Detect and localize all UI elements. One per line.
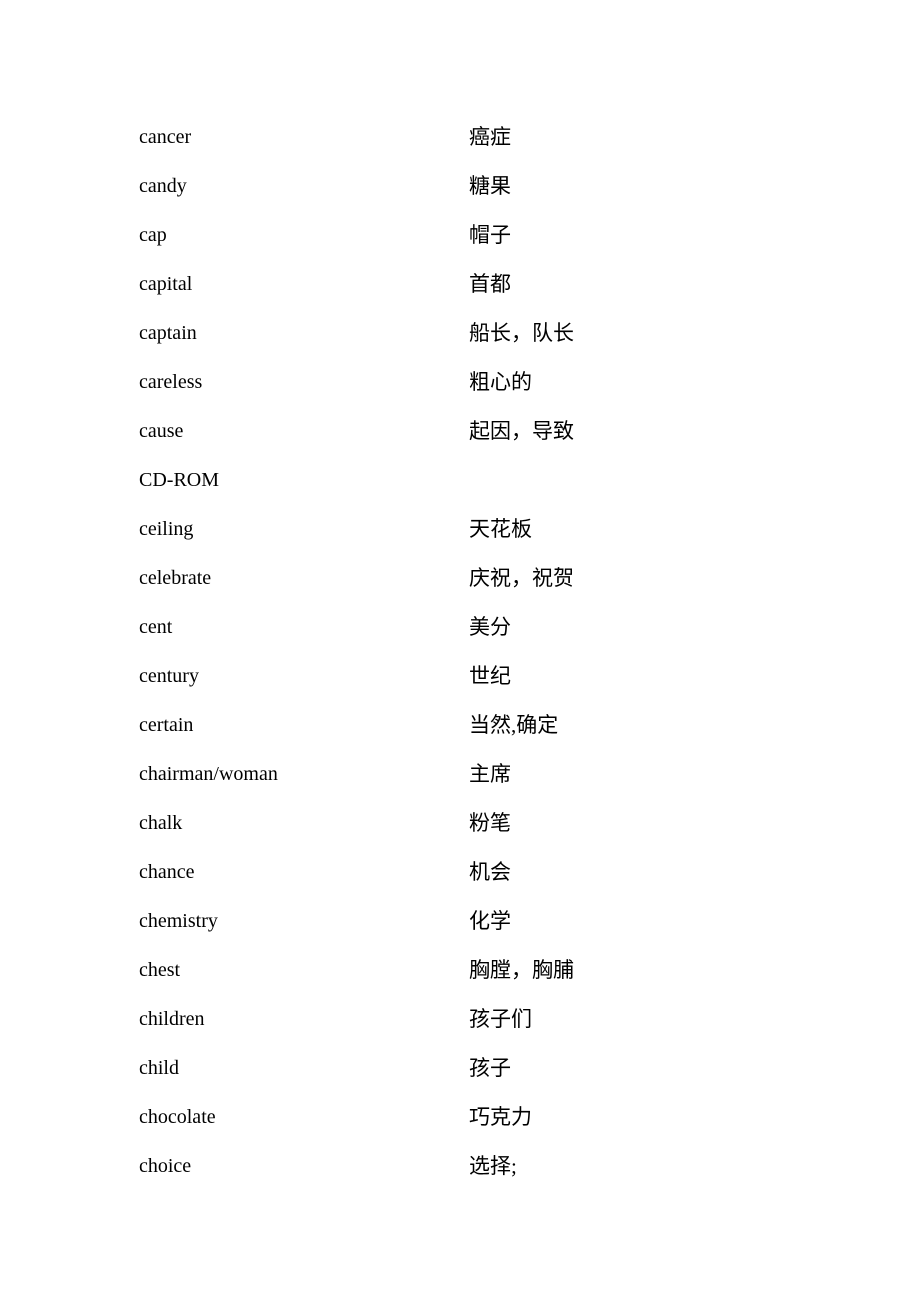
vocabulary-row: capital 首都: [0, 272, 920, 302]
vocabulary-row: cap 帽子: [0, 223, 920, 253]
chinese-meaning: 美分: [469, 615, 511, 639]
english-word: cancer: [139, 126, 192, 148]
english-word: CD-ROM: [139, 469, 220, 491]
vocabulary-row: cancer 癌症: [0, 125, 920, 155]
english-word: children: [139, 1008, 205, 1030]
chinese-meaning: 当然,确定: [469, 713, 559, 737]
vocabulary-row: cause 起因，导致: [0, 419, 920, 449]
vocabulary-row: ceiling 天花板: [0, 517, 920, 547]
vocabulary-row: child 孩子: [0, 1056, 920, 1086]
chinese-meaning: 起因，导致: [469, 419, 574, 443]
vocabulary-row: CD-ROM: [0, 468, 920, 498]
english-word: captain: [139, 322, 197, 344]
chinese-meaning: 巧克力: [469, 1105, 532, 1129]
english-word: celebrate: [139, 567, 212, 589]
vocabulary-row: cent 美分: [0, 615, 920, 645]
english-word: chance: [139, 861, 195, 883]
chinese-meaning: 粉笔: [469, 811, 511, 835]
vocabulary-row: chest 胸膛，胸脯: [0, 958, 920, 988]
vocabulary-row: chalk 粉笔: [0, 811, 920, 841]
chinese-meaning: 世纪: [469, 664, 511, 688]
chinese-meaning: 天花板: [469, 517, 532, 541]
vocabulary-row: chocolate 巧克力: [0, 1105, 920, 1135]
chinese-meaning: 孩子们: [469, 1007, 532, 1031]
chinese-meaning: 粗心的: [469, 370, 532, 394]
vocabulary-row: captain 船长，队长: [0, 321, 920, 351]
vocabulary-row: candy 糖果: [0, 174, 920, 204]
chinese-meaning: 庆祝，祝贺: [469, 566, 574, 590]
chinese-meaning: 孩子: [469, 1056, 511, 1080]
vocabulary-row: celebrate 庆祝，祝贺: [0, 566, 920, 596]
chinese-meaning: 选择;: [469, 1154, 517, 1178]
vocabulary-row: children 孩子们: [0, 1007, 920, 1037]
english-word: cent: [139, 616, 173, 638]
vocabulary-row: certain 当然,确定: [0, 713, 920, 743]
english-word: child: [139, 1057, 179, 1079]
chinese-meaning: 帽子: [469, 223, 511, 247]
english-word: careless: [139, 371, 203, 393]
vocabulary-row: chance 机会: [0, 860, 920, 890]
english-word: chalk: [139, 812, 183, 834]
chinese-meaning: 糖果: [469, 174, 511, 198]
english-word: century: [139, 665, 199, 687]
vocabulary-row: careless 粗心的: [0, 370, 920, 400]
vocabulary-row: choice 选择;: [0, 1154, 920, 1184]
vocabulary-row: century 世纪: [0, 664, 920, 694]
english-word: chairman/woman: [139, 763, 278, 785]
vocabulary-row: chemistry 化学: [0, 909, 920, 939]
chinese-meaning: 首都: [469, 272, 511, 296]
chinese-meaning: 主席: [469, 762, 511, 786]
english-word: capital: [139, 273, 193, 295]
english-word: candy: [139, 175, 187, 197]
english-word: certain: [139, 714, 194, 736]
chinese-meaning: 化学: [469, 909, 511, 933]
english-word: cause: [139, 420, 184, 442]
chinese-meaning: 船长，队长: [469, 321, 574, 345]
chinese-meaning: 机会: [469, 860, 511, 884]
english-word: chocolate: [139, 1106, 216, 1128]
english-word: chemistry: [139, 910, 218, 932]
english-word: choice: [139, 1155, 192, 1177]
english-word: chest: [139, 959, 181, 981]
english-word: ceiling: [139, 518, 194, 540]
chinese-meaning: 癌症: [469, 125, 511, 149]
english-word: cap: [139, 224, 167, 246]
vocabulary-row: chairman/woman 主席: [0, 762, 920, 792]
chinese-meaning: 胸膛，胸脯: [469, 958, 574, 982]
